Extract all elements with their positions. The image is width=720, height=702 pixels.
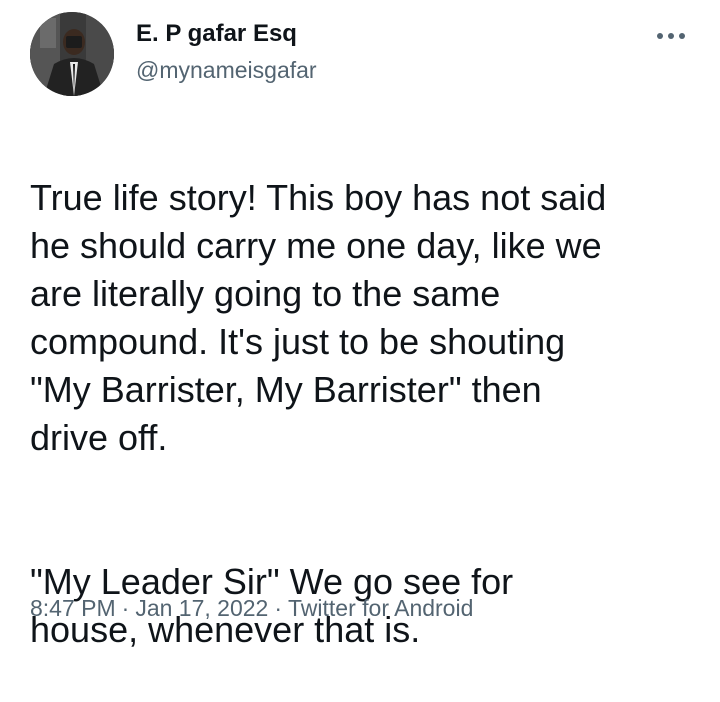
avatar[interactable]: [30, 12, 114, 96]
tweet-time: 8:47 PM: [30, 595, 116, 621]
tweet-paragraph-1: True life story! This boy has not said h…: [30, 177, 607, 458]
tweet-meta: 8:47 PM · Jan 17, 2022 · Twitter for Android: [30, 592, 473, 624]
profile-photo-icon: [30, 12, 114, 96]
more-horizontal-icon: [657, 33, 685, 39]
author-info: E. P gafar Esq @mynameisgafar: [136, 18, 317, 86]
more-options-button[interactable]: [652, 22, 692, 50]
meta-separator: ·: [274, 595, 283, 621]
tweet-date: Jan 17, 2022: [135, 595, 269, 621]
display-name[interactable]: E. P gafar Esq: [136, 18, 317, 50]
tweet-card: E. P gafar Esq @mynameisgafar True life …: [0, 0, 720, 650]
user-handle[interactable]: @mynameisgafar: [136, 54, 317, 86]
tweet-time-link[interactable]: 8:47 PM · Jan 17, 2022: [30, 595, 268, 621]
meta-separator: ·: [121, 595, 130, 621]
tweet-source-link[interactable]: Twitter for Android: [288, 595, 473, 621]
